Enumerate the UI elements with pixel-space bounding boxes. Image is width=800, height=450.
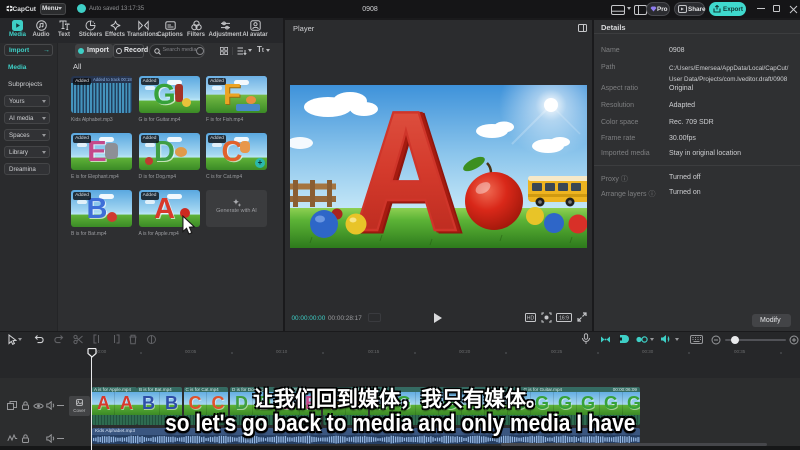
- svg-text:HD: HD: [527, 316, 535, 322]
- svg-text:16:9: 16:9: [559, 316, 569, 322]
- svg-text:A: A: [352, 85, 459, 248]
